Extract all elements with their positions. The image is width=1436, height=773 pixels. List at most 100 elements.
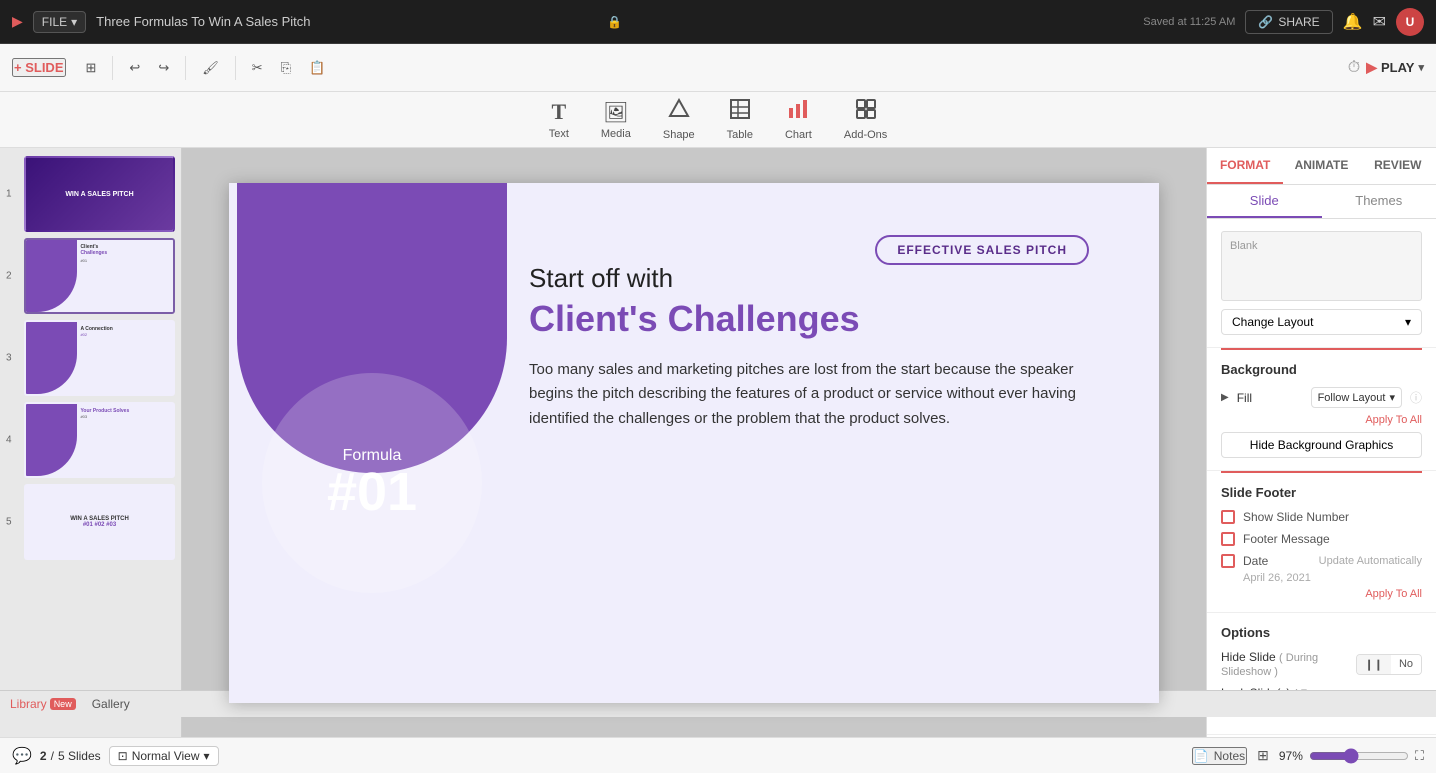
play-label: PLAY [1381, 60, 1414, 75]
tab-review[interactable]: REVIEW [1360, 148, 1436, 184]
background-section: Background ▶ Fill Follow Layout ▾ ⓘ Appl… [1207, 350, 1436, 471]
tab-themes[interactable]: Themes [1322, 185, 1436, 218]
chat-icon[interactable]: 💬 [12, 746, 32, 766]
tool-text-label: Text [549, 128, 569, 140]
avatar[interactable]: U [1396, 8, 1424, 36]
clock-icon: ⏱ [1348, 59, 1360, 77]
slide-thumb-5[interactable]: WIN A SALES PITCH#01 #02 #03 [24, 484, 175, 560]
copy-button[interactable]: ⎘ [275, 56, 297, 80]
library-tab[interactable]: Library New [10, 697, 76, 711]
apply-to-all-2[interactable]: Apply To All [1221, 588, 1422, 600]
grid-icon[interactable]: ⊞ [1257, 747, 1269, 764]
add-slide-button[interactable]: + SLIDE [12, 58, 66, 77]
page-nav: 2 / 5 Slides [40, 749, 101, 763]
footer-message-label: Footer Message [1243, 532, 1422, 546]
chart-icon [787, 98, 809, 126]
hide-slide-pause-btn[interactable]: ❙❙ [1357, 655, 1391, 674]
grid-view-button[interactable]: ⊞ [80, 56, 103, 80]
slide-content: Start off with Client's Challenges Too m… [529, 263, 1109, 432]
show-slide-number-checkbox[interactable] [1221, 510, 1235, 524]
format-painter-button[interactable]: 🖌 [196, 56, 225, 80]
format-tabs: FORMAT ANIMATE REVIEW [1207, 148, 1436, 185]
notes-icon: 📄 [1194, 749, 1209, 763]
tab-slide[interactable]: Slide [1207, 185, 1322, 218]
paste-button[interactable]: 📋 [303, 56, 331, 80]
fill-row: ▶ Fill Follow Layout ▾ ⓘ [1221, 387, 1422, 408]
slide-number-5: 5 [6, 517, 12, 528]
zoom-expand-icon[interactable]: ⛶ [1415, 748, 1424, 764]
fill-info-icon: ⓘ [1410, 389, 1422, 406]
slide-heading2: Client's Challenges [529, 298, 1109, 340]
slide-thumb-2[interactable]: Client's Challenges #01 [24, 238, 175, 314]
hide-background-button[interactable]: Hide Background Graphics [1221, 432, 1422, 458]
tool-media[interactable]: 🖼 Media [585, 94, 647, 146]
apply-to-all-1[interactable]: Apply To All [1221, 414, 1422, 426]
top-bar: ▶ FILE ▾ Three Formulas To Win A Sales P… [0, 0, 1436, 44]
formula-number: #01 [327, 465, 417, 519]
file-menu-button[interactable]: FILE ▾ [33, 11, 86, 33]
slide-thumb-1[interactable]: WIN A SALES PITCH [24, 156, 175, 232]
notes-label: Notes [1214, 749, 1245, 763]
mail-icon[interactable]: ✉ [1373, 12, 1386, 32]
view-icon: ⊡ [118, 749, 128, 763]
addons-icon [855, 98, 877, 126]
date-update-label: Update Automatically [1319, 555, 1422, 567]
formula-circle: Formula #01 [262, 373, 482, 593]
zoom-area: 97% ⛶ [1279, 748, 1424, 764]
tool-addons[interactable]: Add-Ons [828, 92, 903, 147]
right-panel: FORMAT ANIMATE REVIEW Slide Themes Blank… [1206, 148, 1436, 737]
footer-section: Slide Footer Show Slide Number Footer Me… [1207, 473, 1436, 613]
change-layout-chevron-icon: ▾ [1405, 315, 1411, 329]
slide-left-shape: Formula #01 [229, 183, 514, 703]
slide-number-1: 1 [6, 189, 12, 200]
fill-expand-icon[interactable]: ▶ [1221, 392, 1229, 403]
slide-number-2: 2 [6, 271, 12, 282]
hide-slide-no-btn[interactable]: No [1391, 655, 1421, 674]
fill-select[interactable]: Follow Layout ▾ [1311, 387, 1402, 408]
tool-text[interactable]: T Text [533, 93, 585, 146]
tool-chart-label: Chart [785, 129, 812, 141]
hide-slide-toggle[interactable]: ❙❙ No [1356, 654, 1423, 675]
date-checkbox[interactable] [1221, 554, 1235, 568]
play-triangle-icon: ▶ [1366, 59, 1377, 76]
notification-icon[interactable]: 🔔 [1343, 12, 1363, 32]
redo-button[interactable]: ↪ [152, 56, 175, 80]
slide-panel: 1 WIN A SALES PITCH 2 Client's Challenge… [0, 148, 182, 737]
gallery-tab[interactable]: Gallery [92, 697, 130, 711]
slide-tabs: Slide Themes [1207, 185, 1436, 219]
hide-slide-row: Hide Slide ( During Slideshow ) ❙❙ No [1221, 650, 1422, 678]
lock-icon: 🔒 [607, 15, 622, 29]
share-button[interactable]: 🔗 SHARE [1245, 10, 1332, 34]
slide-body-text: Too many sales and marketing pitches are… [529, 358, 1109, 432]
canvas-area: Formula #01 EFFECTIVE SALES PITCH Start … [182, 148, 1206, 737]
tool-table[interactable]: Table [711, 92, 769, 147]
library-label: Library [10, 697, 47, 711]
tool-shape[interactable]: Shape [647, 92, 711, 147]
cut-button[interactable]: ✂ [246, 56, 269, 80]
file-label: FILE [42, 15, 67, 29]
slide-thumb-4[interactable]: Your Product Solves #03 [24, 402, 175, 478]
tab-animate[interactable]: ANIMATE [1283, 148, 1359, 184]
main-area: 1 WIN A SALES PITCH 2 Client's Challenge… [0, 148, 1436, 737]
notes-button[interactable]: 📄 Notes [1192, 747, 1247, 765]
bottom-bar: 💬 2 / 5 Slides ⊡ Normal View ▾ 📄 Notes ⊞… [0, 737, 1436, 773]
slide-thumb-container-2: 2 Client's Challenges #01 [24, 238, 175, 314]
tab-format[interactable]: FORMAT [1207, 148, 1283, 184]
date-label: Date [1243, 554, 1311, 568]
slide-canvas[interactable]: Formula #01 EFFECTIVE SALES PITCH Start … [229, 183, 1159, 703]
zoom-slider[interactable] [1309, 748, 1409, 764]
tool-chart[interactable]: Chart [769, 92, 828, 147]
slide-thumb-3[interactable]: A Connection #02 [24, 320, 175, 396]
slide-number-3: 3 [6, 353, 12, 364]
play-button[interactable]: ▶ PLAY ▾ [1366, 59, 1424, 76]
document-title: Three Formulas To Win A Sales Pitch [96, 14, 597, 29]
change-layout-button[interactable]: Change Layout ▾ [1221, 309, 1422, 335]
view-mode-button[interactable]: ⊡ Normal View ▾ [109, 746, 219, 766]
footer-message-checkbox[interactable] [1221, 532, 1235, 546]
undo-button[interactable]: ↩ [123, 56, 146, 80]
show-slide-number-label: Show Slide Number [1243, 510, 1422, 524]
slide-number-4: 4 [6, 435, 12, 446]
slide-thumb-container-1: 1 WIN A SALES PITCH [24, 156, 175, 232]
slide-thumb-container-5: 5 WIN A SALES PITCH#01 #02 #03 [24, 484, 175, 560]
footer-title: Slide Footer [1221, 485, 1422, 500]
